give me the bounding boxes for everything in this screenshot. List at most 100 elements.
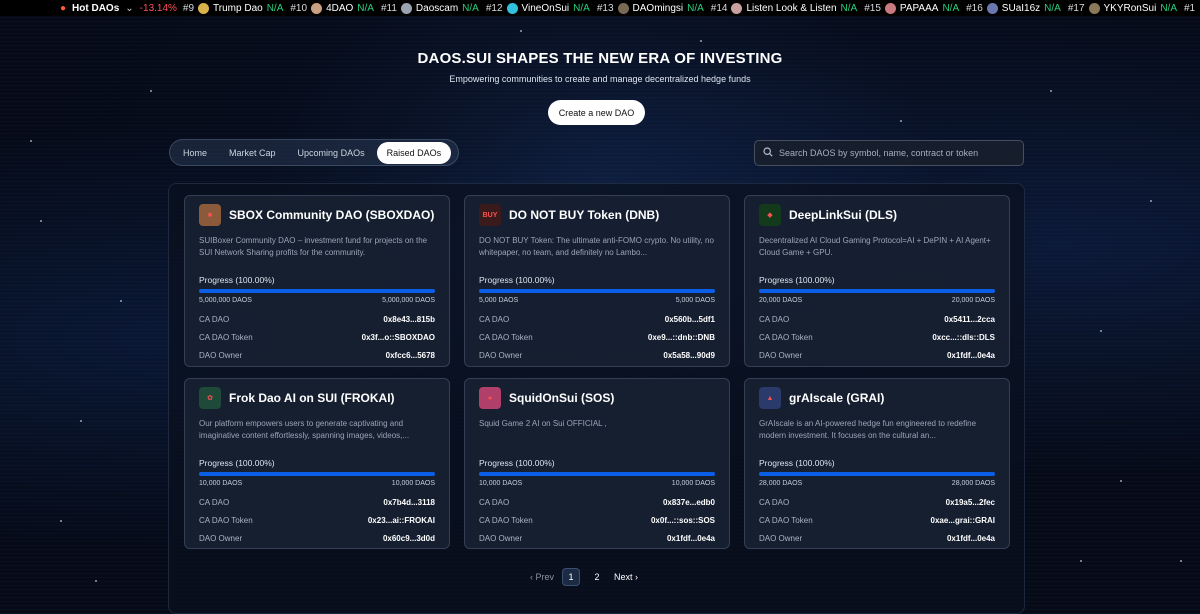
ticker-item[interactable]: #13 DAOmingsi N/A xyxy=(597,2,704,14)
chevron-down-icon[interactable]: ⌄ xyxy=(125,3,133,14)
ticker-item[interactable]: #10 4DAO N/A xyxy=(290,2,374,14)
dao-card[interactable]: ■ SBOX Community DAO (SBOXDAO) SUIBoxer Co… xyxy=(184,195,450,367)
ticker-item[interactable]: #17 YKYRonSui N/A xyxy=(1068,2,1177,14)
progress-amounts: 20,000 DAOS 20,000 DAOS xyxy=(759,297,995,304)
ticker-item[interactable]: #11 Daoscam N/A xyxy=(381,2,479,14)
pagination: ‹ Prev 1 2 Next › xyxy=(530,568,638,586)
dao-name: Frok Dao AI on SUI (FROKAI) xyxy=(229,391,395,405)
star xyxy=(80,420,82,422)
page-subtitle: Empowering communities to create and man… xyxy=(449,74,751,84)
dao-owner-value[interactable]: 0x1fdf...0e4a xyxy=(947,534,995,543)
ticker-item[interactable]: #15 PAPAAA N/A xyxy=(864,2,959,14)
progress-amounts: 5,000 DAOS 5,000 DAOS xyxy=(479,297,715,304)
dao-logo-icon: ▲ xyxy=(759,387,781,409)
ticker-item[interactable]: #1 xyxy=(1184,3,1195,14)
target-amount: 28,000 DAOS xyxy=(951,480,995,487)
ticker-value: N/A xyxy=(462,2,479,14)
dao-card[interactable]: ▲ grAIscale (GRAI) GrAIscale is an AI-powe… xyxy=(744,378,1010,549)
star xyxy=(95,580,97,582)
dao-owner-value[interactable]: 0xfcc6...5678 xyxy=(386,351,435,360)
ca-dao-token-value[interactable]: 0x23...ai::FROKAI xyxy=(368,516,435,525)
ca-dao-token-label: CA DAO Token xyxy=(759,515,813,525)
tab-raised-daos[interactable]: Raised DAOs xyxy=(376,141,452,164)
ca-dao-value[interactable]: 0x5411...2cca xyxy=(944,315,995,324)
tab-upcoming-daos[interactable]: Upcoming DAOs xyxy=(288,142,375,164)
dao-owner-value[interactable]: 0x60c9...3d0d xyxy=(383,534,435,543)
tab-market-cap[interactable]: Market Cap xyxy=(219,142,286,164)
progress-bar xyxy=(759,472,995,476)
dao-card[interactable]: BUY DO NOT BUY Token (DNB) DO NOT BUY Toke… xyxy=(464,195,730,367)
dao-name: SquidOnSui (SOS) xyxy=(509,391,615,405)
ca-dao-token-value[interactable]: 0x0f...::sos::SOS xyxy=(651,516,715,525)
ticker-item[interactable]: #12 VineOnSui N/A xyxy=(486,2,590,14)
dao-logo-icon: ✿ xyxy=(199,387,221,409)
ticker-name: Trump Dao xyxy=(213,2,263,14)
progress-track xyxy=(199,472,435,476)
ca-dao-row: CA DAO 0x5411...2cca xyxy=(759,310,995,328)
progress-label: Progress (100.00%) xyxy=(199,458,275,468)
dao-owner-value[interactable]: 0x1fdf...0e4a xyxy=(947,351,995,360)
ca-dao-value[interactable]: 0x837e...edb0 xyxy=(663,498,715,507)
raised-amount: 5,000,000 DAOS xyxy=(199,297,252,304)
ca-dao-value[interactable]: 0x7b4d...3118 xyxy=(383,498,435,507)
create-dao-button[interactable]: Create a new DAO xyxy=(548,100,645,125)
dao-card[interactable]: ● SquidOnSui (SOS) Squid Game 2 AI on Sui … xyxy=(464,378,730,549)
progress-label: Progress (100.00%) xyxy=(479,458,555,468)
ticker-avatar xyxy=(986,2,998,14)
ticker-value: N/A xyxy=(840,2,858,14)
ticker-avatar xyxy=(617,2,629,14)
next-page-button[interactable]: Next › xyxy=(614,572,638,582)
prev-page-button[interactable]: ‹ Prev xyxy=(530,572,554,582)
ca-dao-label: CA DAO xyxy=(199,314,230,324)
ca-dao-token-value[interactable]: 0x3f...o::SBOXDAO xyxy=(362,333,435,342)
ticker-item[interactable]: #16 SUaI16z N/A xyxy=(966,2,1061,14)
ca-dao-token-value[interactable]: 0xae...grai::GRAI xyxy=(931,516,995,525)
ca-dao-value[interactable]: 0x560b...5df1 xyxy=(665,315,715,324)
dao-list-panel: ■ SBOX Community DAO (SBOXDAO) SUIBoxer Co… xyxy=(168,183,1025,614)
dao-owner-value[interactable]: 0x1fdf...0e4a xyxy=(667,534,715,543)
ticker-value: N/A xyxy=(266,2,284,14)
ticker-label: Hot DAOs xyxy=(72,2,120,14)
progress-bar xyxy=(479,289,715,293)
ticker-avatar xyxy=(198,2,210,14)
search-input[interactable] xyxy=(779,148,1019,158)
dao-card[interactable]: ✿ Frok Dao AI on SUI (FROKAI) Our platform… xyxy=(184,378,450,549)
raised-amount: 10,000 DAOS xyxy=(479,480,523,487)
ticker-rank: #10 xyxy=(290,2,308,14)
ticker-item[interactable]: #9 Trump Dao N/A xyxy=(183,2,284,14)
dao-logo-icon: ◆ xyxy=(759,204,781,226)
ca-dao-token-value[interactable]: 0xe9...::dnb::DNB xyxy=(648,333,715,342)
ca-dao-label: CA DAO xyxy=(759,314,790,324)
page-2-button[interactable]: 2 xyxy=(588,568,606,586)
progress-amounts: 5,000,000 DAOS 5,000,000 DAOS xyxy=(199,297,435,304)
ca-dao-row: CA DAO 0x8e43...815b xyxy=(199,310,435,328)
dao-owner-label: DAO Owner xyxy=(199,533,243,543)
dao-owner-row: DAO Owner 0x5a58...90d9 xyxy=(479,346,715,364)
ticker-avatar xyxy=(1088,2,1100,14)
dao-logo-icon: ● xyxy=(479,387,501,409)
dao-card[interactable]: ◆ DeepLinkSui (DLS) Decentralized AI Cloud… xyxy=(744,195,1010,367)
progress-bar xyxy=(199,289,435,293)
dao-description: Our platform empowers users to generate … xyxy=(199,419,410,440)
ticker-avatar xyxy=(884,2,896,14)
star xyxy=(520,30,522,32)
dao-name: SBOX Community DAO (SBOXDAO) xyxy=(229,208,435,222)
ticker-item[interactable]: #14 Listen Look & Listen N/A xyxy=(711,2,858,14)
star xyxy=(700,40,702,42)
ca-dao-value[interactable]: 0x8e43...815b xyxy=(383,315,435,324)
page-1-button[interactable]: 1 xyxy=(562,568,581,586)
search-box[interactable] xyxy=(754,140,1024,166)
card-header: ✿ Frok Dao AI on SUI (FROKAI) xyxy=(199,387,435,409)
ca-dao-token-value[interactable]: 0xcc...::dls::DLS xyxy=(932,333,995,342)
dao-owner-row: DAO Owner 0xfcc6...5678 xyxy=(199,346,435,364)
ca-dao-value[interactable]: 0x19a5...2fec xyxy=(946,498,995,507)
card-header: ◆ DeepLinkSui (DLS) xyxy=(759,204,995,226)
dao-owner-row: DAO Owner 0x1fdf...0e4a xyxy=(759,529,995,547)
ticker-value: N/A xyxy=(687,2,704,14)
progress-track xyxy=(199,289,435,293)
ca-dao-token-label: CA DAO Token xyxy=(759,332,813,342)
star xyxy=(1050,90,1052,92)
star xyxy=(150,90,152,92)
dao-owner-value[interactable]: 0x5a58...90d9 xyxy=(663,351,715,360)
tab-home[interactable]: Home xyxy=(173,142,217,164)
